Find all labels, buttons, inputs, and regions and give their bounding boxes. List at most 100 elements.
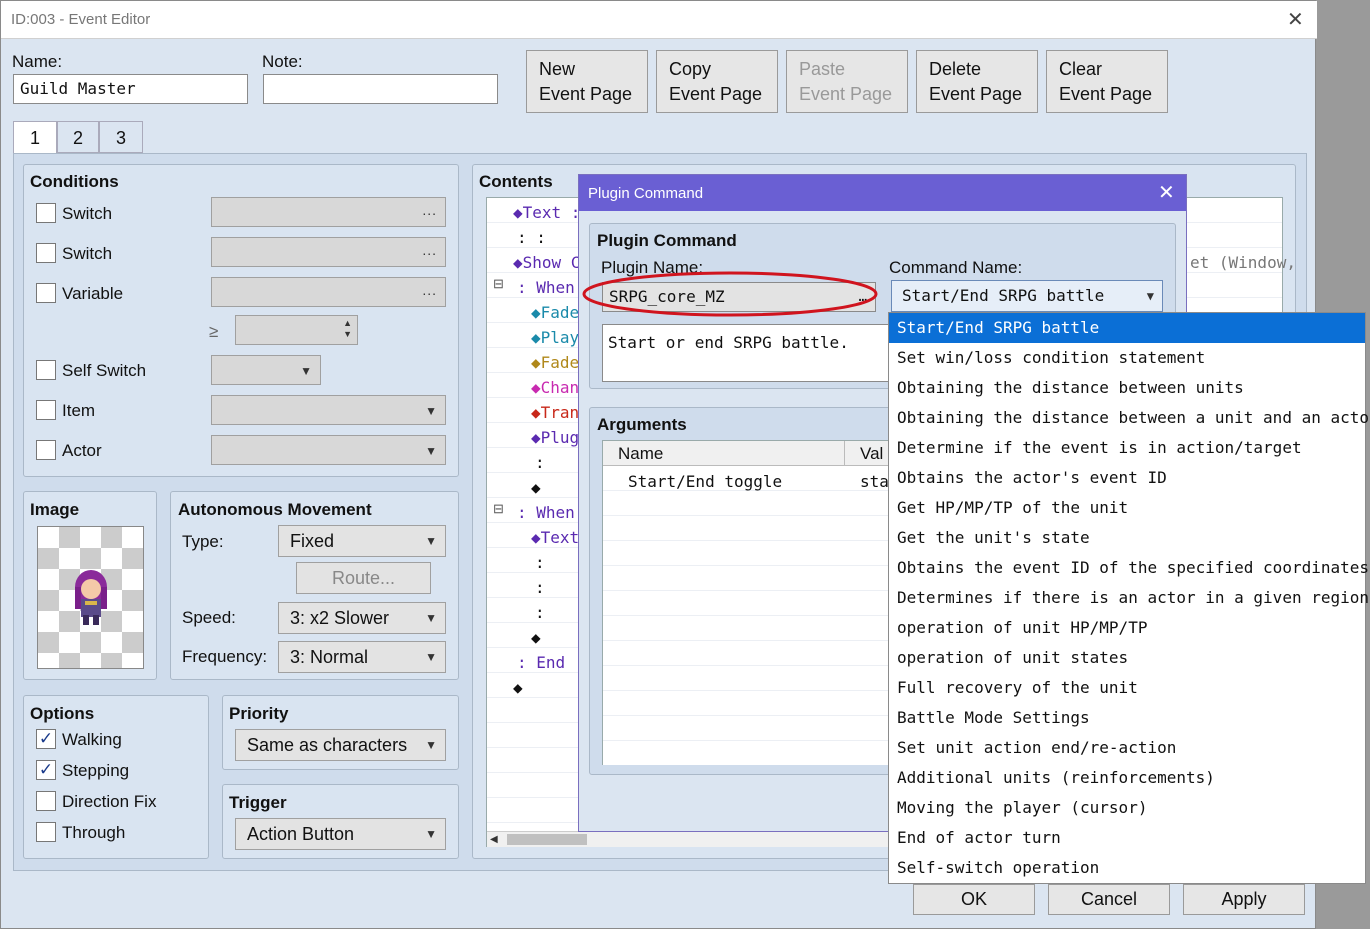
- delete-event-page-button[interactable]: Delete Event Page: [916, 50, 1038, 113]
- movement-type-value: Fixed: [290, 531, 335, 551]
- name-field[interactable]: Guild Master: [13, 74, 248, 104]
- dropdown-item[interactable]: Set win/loss condition statement: [889, 343, 1365, 373]
- dropdown-item[interactable]: Battle Mode Settings: [889, 703, 1365, 733]
- dialog-close-icon[interactable]: ✕: [1158, 183, 1175, 203]
- window-title: ID:003 - Event Editor: [11, 11, 151, 28]
- trigger-value: Action Button: [247, 824, 355, 844]
- command-name-dropdown[interactable]: Start/End SRPG battle Set win/loss condi…: [888, 312, 1370, 884]
- scroll-left-icon[interactable]: ◀: [490, 832, 498, 848]
- button-line: Event Page: [1059, 84, 1153, 104]
- priority-group: Priority Same as characters ▼: [222, 695, 459, 770]
- cancel-button[interactable]: Cancel: [1048, 884, 1170, 915]
- cmd-line[interactable]: :: [535, 450, 545, 475]
- cmd-line[interactable]: ◆: [531, 625, 541, 650]
- dropdown-item[interactable]: Get HP/MP/TP of the unit: [889, 493, 1365, 523]
- self-switch-checkbox[interactable]: [36, 360, 56, 380]
- tab-page-3[interactable]: 3: [99, 121, 143, 153]
- dropdown-item[interactable]: operation of unit states: [889, 643, 1365, 673]
- dropdown-item[interactable]: Obtaining the distance between a unit an…: [889, 403, 1370, 433]
- self-switch-select[interactable]: ▼: [211, 355, 321, 385]
- switch2-label: Switch: [62, 244, 113, 263]
- cmd-line[interactable]: ◆Text :: [513, 200, 580, 225]
- direction-fix-checkbox[interactable]: [36, 791, 56, 811]
- frequency-select[interactable]: 3: Normal ▼: [278, 641, 446, 673]
- through-checkbox[interactable]: [36, 822, 56, 842]
- cmd-line[interactable]: ◆Show C: [513, 250, 580, 275]
- variable-selector[interactable]: ...: [211, 277, 446, 307]
- dropdown-item[interactable]: End of actor turn: [889, 823, 1365, 853]
- route-button[interactable]: Route...: [296, 562, 431, 594]
- collapse-icon[interactable]: ⊟: [493, 276, 504, 292]
- dropdown-item[interactable]: Obtaining the distance between units: [889, 373, 1365, 403]
- item-checkbox[interactable]: [36, 400, 56, 420]
- cmd-line[interactable]: ◆Fade: [531, 300, 579, 325]
- cmd-line[interactable]: ◆Play: [531, 325, 579, 350]
- dropdown-item[interactable]: Full recovery of the unit: [889, 673, 1365, 703]
- dropdown-item[interactable]: Self-switch operation: [889, 853, 1365, 883]
- dropdown-item[interactable]: Obtains the actor's event ID: [889, 463, 1365, 493]
- cmd-line[interactable]: :: [535, 600, 545, 625]
- scrollbar-thumb[interactable]: [507, 834, 587, 845]
- actor-select[interactable]: ▼: [211, 435, 446, 465]
- new-event-page-button[interactable]: New Event Page: [526, 50, 648, 113]
- switch1-checkbox[interactable]: [36, 203, 56, 223]
- cmd-line[interactable]: ◆Tran: [531, 400, 579, 425]
- actor-checkbox[interactable]: [36, 440, 56, 460]
- dropdown-item[interactable]: Obtains the event ID of the specified co…: [889, 553, 1369, 583]
- col-name-header: Name: [618, 444, 664, 463]
- priority-select[interactable]: Same as characters ▼: [235, 729, 446, 761]
- note-field[interactable]: [263, 74, 498, 104]
- priority-value: Same as characters: [247, 735, 408, 755]
- clear-event-page-button[interactable]: Clear Event Page: [1046, 50, 1168, 113]
- arg-value-cell[interactable]: sta: [860, 469, 889, 494]
- stepping-checkbox[interactable]: ✓: [36, 760, 56, 780]
- switch2-checkbox[interactable]: [36, 243, 56, 263]
- tab-page-1[interactable]: 1: [13, 121, 57, 155]
- dropdown-item[interactable]: operation of unit HP/MP/TP: [889, 613, 1365, 643]
- movement-type-select[interactable]: Fixed ▼: [278, 525, 446, 557]
- switch2-selector[interactable]: ...: [211, 237, 446, 267]
- dropdown-item[interactable]: Determines if there is an actor in a giv…: [889, 583, 1369, 613]
- item-select[interactable]: ▼: [211, 395, 446, 425]
- cmd-line[interactable]: : End: [517, 650, 565, 675]
- dropdown-item[interactable]: Set unit action end/re-action: [889, 733, 1365, 763]
- switch1-selector[interactable]: ...: [211, 197, 446, 227]
- cmd-line[interactable]: :: [535, 550, 545, 575]
- apply-button[interactable]: Apply: [1183, 884, 1305, 915]
- cmd-line[interactable]: ◆Chan: [531, 375, 579, 400]
- cmd-line[interactable]: ◆Fade: [531, 350, 579, 375]
- paste-event-page-button[interactable]: Paste Event Page: [786, 50, 908, 113]
- collapse-icon[interactable]: ⊟: [493, 501, 504, 517]
- cmd-line[interactable]: ◆Plug: [531, 425, 579, 450]
- copy-event-page-button[interactable]: Copy Event Page: [656, 50, 778, 113]
- priority-title: Priority: [229, 704, 289, 723]
- cmd-line[interactable]: :: [535, 575, 545, 600]
- cmd-line[interactable]: ◆Text: [531, 525, 579, 550]
- dropdown-item[interactable]: Start/End SRPG battle: [889, 313, 1365, 343]
- tab-page-2[interactable]: 2: [57, 121, 99, 153]
- cmd-line[interactable]: ◆: [513, 675, 523, 700]
- walking-checkbox[interactable]: ✓: [36, 729, 56, 749]
- ok-button[interactable]: OK: [913, 884, 1035, 915]
- spinner-arrows-icon[interactable]: ▲ ▼: [343, 318, 352, 340]
- speed-select[interactable]: 3: x2 Slower ▼: [278, 602, 446, 634]
- cmd-line-partial[interactable]: et (Window,: [1190, 250, 1296, 275]
- character-image[interactable]: [37, 526, 144, 669]
- dropdown-item[interactable]: Moving the player (cursor): [889, 793, 1365, 823]
- switch1-label: Switch: [62, 204, 113, 223]
- type-label: Type:: [182, 532, 224, 551]
- dropdown-item[interactable]: Determine if the event is in action/targ…: [889, 433, 1365, 463]
- variable-checkbox[interactable]: [36, 283, 56, 303]
- cmd-line[interactable]: ◆: [531, 475, 541, 500]
- dropdown-item[interactable]: Get the unit's state: [889, 523, 1365, 553]
- command-name-select[interactable]: Start/End SRPG battle ▼: [891, 280, 1163, 312]
- close-icon[interactable]: ✕: [1287, 10, 1304, 30]
- dots-icon: ...: [422, 242, 437, 258]
- arg-name-cell[interactable]: Start/End toggle: [628, 469, 782, 494]
- dialog-title-bar: Plugin Command ✕: [579, 175, 1186, 211]
- dropdown-item[interactable]: Additional units (reinforcements): [889, 763, 1365, 793]
- name-label: Name:: [12, 52, 63, 71]
- trigger-select[interactable]: Action Button ▼: [235, 818, 446, 850]
- cmd-line[interactable]: : :: [517, 225, 546, 250]
- variable-value-spinner[interactable]: ▲ ▼: [235, 315, 358, 345]
